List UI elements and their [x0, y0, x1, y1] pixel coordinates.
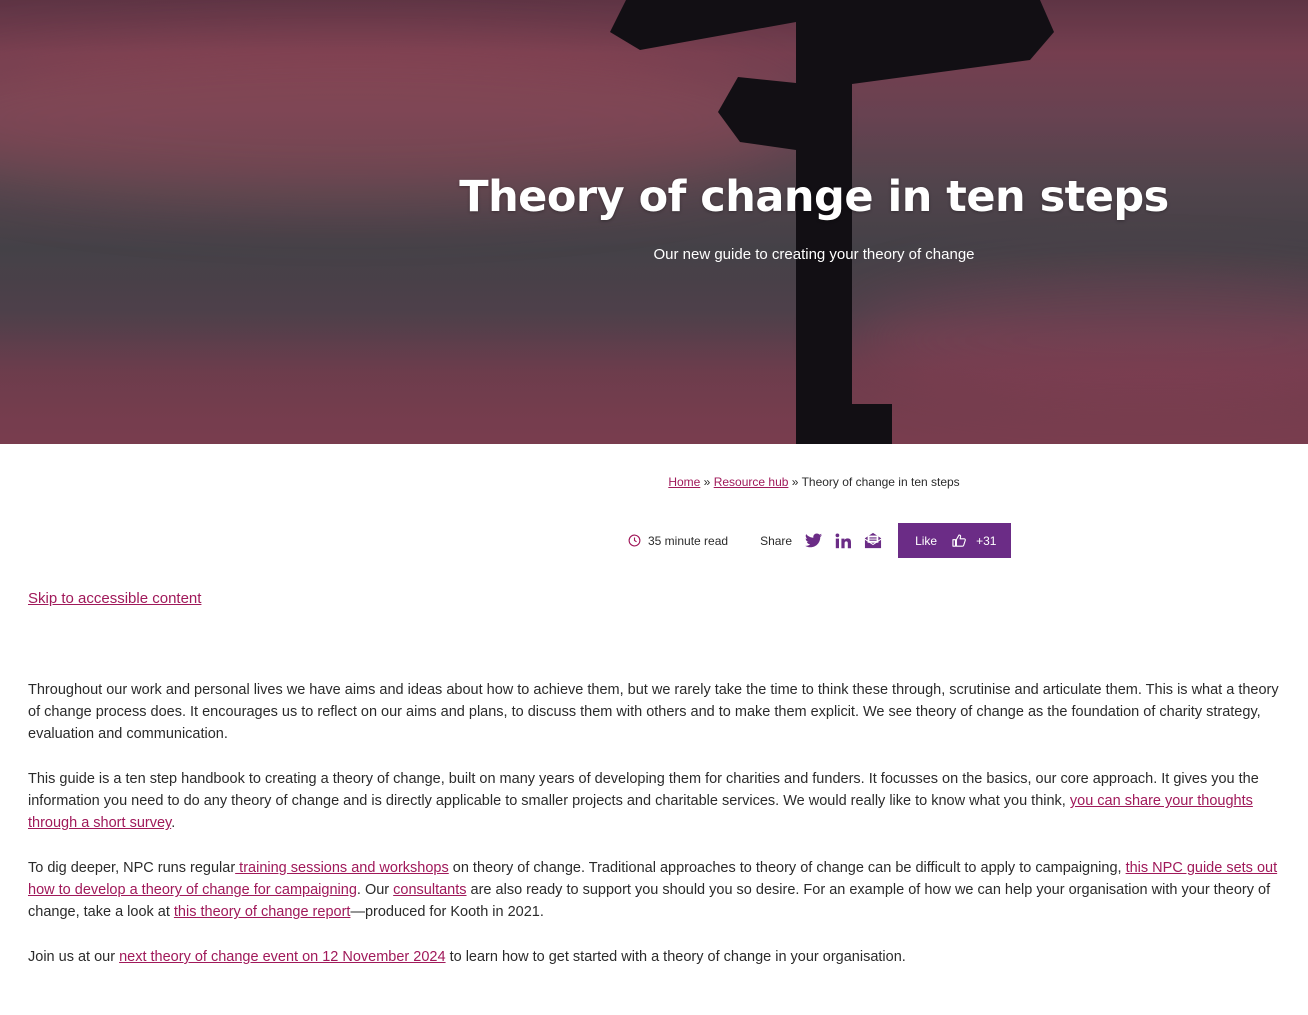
paragraph-text: To dig deeper, NPC runs regular [28, 860, 236, 876]
read-time-label: 35 minute read [648, 533, 729, 548]
twitter-icon[interactable] [804, 532, 822, 550]
article-meta: 35 minute read Share Like +31 [628, 523, 1012, 558]
like-count: +31 [976, 533, 997, 548]
paragraph-text: on theory of change. Traditional approac… [448, 860, 1126, 876]
page-subtitle: Our new guide to creating your theory of… [653, 246, 975, 263]
article-paragraph: This guide is a ten step handbook to cre… [28, 768, 1280, 835]
hero-banner: Theory of change in ten steps Our new gu… [0, 0, 1308, 444]
thumbs-up-icon [952, 534, 966, 547]
article-paragraph: Join us at our next theory of change eve… [28, 946, 1280, 968]
paragraph-text: . [171, 815, 176, 832]
paragraph-text: to learn how to get started with a theor… [445, 949, 906, 965]
article-paragraph: Throughout our work and personal lives w… [28, 682, 1279, 743]
event-link[interactable]: next theory of change event on 12 Novemb… [119, 949, 445, 965]
email-icon[interactable] [864, 532, 882, 550]
article-body: Throughout our work and personal lives w… [28, 679, 1280, 991]
page-title: Theory of change in ten steps [459, 172, 1169, 222]
share-label: Share [760, 533, 793, 548]
hero-overlay [0, 0, 1308, 444]
breadcrumb-home-link[interactable]: Home [668, 475, 700, 489]
breadcrumb-current: Theory of change in ten steps [801, 475, 960, 489]
breadcrumb: Home » Resource hub » Theory of change i… [0, 475, 1308, 489]
training-sessions-link[interactable]: training sessions and workshops [235, 860, 449, 876]
breadcrumb-resource-hub-link[interactable]: Resource hub [714, 475, 789, 489]
paragraph-text: . Our [356, 882, 394, 899]
linkedin-icon[interactable] [834, 532, 852, 550]
theory-of-change-report-link[interactable]: this theory of change report [174, 904, 351, 920]
paragraph-text: Join us at our [28, 949, 120, 965]
paragraph-text: —produced for Kooth in 2021. [350, 904, 544, 921]
clock-icon [628, 534, 641, 547]
skip-to-accessible-content-link[interactable]: Skip to accessible content [28, 590, 201, 607]
like-label: Like [915, 533, 938, 548]
consultants-link[interactable]: consultants [393, 882, 466, 898]
like-button[interactable]: Like +31 [898, 523, 1012, 558]
breadcrumb-separator: » [791, 475, 799, 489]
breadcrumb-separator: » [703, 475, 711, 489]
article-paragraph: To dig deeper, NPC runs regular training… [28, 857, 1280, 924]
read-time: 35 minute read [628, 534, 728, 548]
